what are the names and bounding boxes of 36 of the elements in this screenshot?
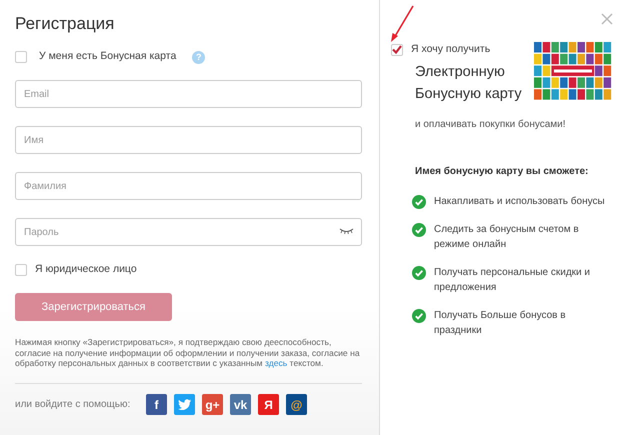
offer-title: Бонусную карту (415, 84, 522, 104)
checkbox-label: Я хочу получить (411, 42, 490, 57)
checkbox[interactable] (15, 264, 27, 276)
arrow-drawing (389, 5, 415, 43)
input-field[interactable]: Email (15, 80, 362, 108)
check-icon (412, 309, 426, 324)
check-icon (412, 266, 426, 280)
input-field[interactable]: Фамилия (15, 172, 362, 200)
checkbox-label: У меня есть Бонусная карта (39, 49, 176, 64)
social-button[interactable]: Я (258, 394, 279, 416)
input-field[interactable]: Имя (15, 126, 362, 154)
benefit-text: Накапливать и использовать бонусы (434, 194, 606, 209)
social-button[interactable]: vk (230, 394, 251, 416)
bird-icon (178, 399, 191, 410)
checkbox[interactable] (15, 51, 27, 64)
benefits-heading: Имея бонусную карту вы сможете: (415, 164, 590, 179)
social-button[interactable] (174, 394, 195, 416)
social-button[interactable]: f (146, 394, 167, 416)
benefit-text: Следить за бонусным счетом в режиме онлайн (434, 223, 580, 252)
link[interactable]: здесь (264, 358, 288, 368)
input-field[interactable]: Пароль (15, 218, 362, 246)
check-icon (412, 223, 426, 238)
offer-subtitle: и оплачивать покупки бонусами! (415, 118, 567, 132)
social-login-label: или войдите с помощью: (15, 398, 132, 412)
offer-title: Электронную (415, 62, 506, 82)
disclaimer-text: Нажимая кнопку «Зарегистрироваться», я подтверждаю свою дееспособность, согласие на получение информации об оформлении и получении заказа, согласие на обработку персональных данных в соответствии с указанным здесь текстом. (15, 336, 361, 370)
form-title: Регистрация (15, 14, 116, 34)
benefit-text: Получать Больше бонусов в праздники (434, 309, 567, 338)
social-button[interactable]: @ (286, 394, 307, 416)
checkbox[interactable] (391, 44, 403, 56)
social-button[interactable]: g+ (202, 394, 223, 416)
benefit-text: Получать персональные скидки и предложения (434, 266, 591, 295)
eye-closed-icon[interactable] (339, 228, 354, 234)
checkbox-label: Я юридическое лицо (35, 262, 137, 278)
close-icon[interactable] (601, 13, 613, 25)
check-icon (412, 194, 426, 209)
